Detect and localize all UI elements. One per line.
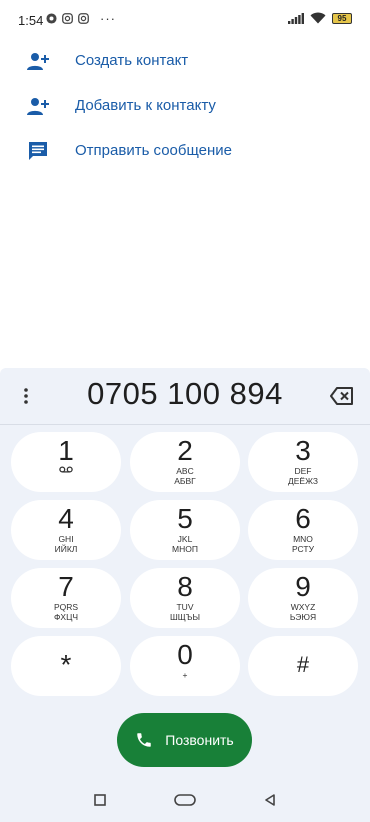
call-label: Позвонить <box>165 732 234 748</box>
key-5[interactable]: 5 JKL МНОП <box>130 500 240 560</box>
call-button[interactable]: Позвонить <box>117 713 252 767</box>
system-icons: 95 <box>288 12 352 24</box>
recents-nav-icon[interactable] <box>88 790 112 810</box>
key-7[interactable]: 7 PQRS ФХЦЧ <box>11 568 121 628</box>
key-digit: 5 <box>177 503 193 534</box>
key-digit: 8 <box>177 571 193 602</box>
wifi-icon <box>310 12 326 24</box>
notification-icons: ··· <box>46 11 116 26</box>
key-hash[interactable]: # <box>248 636 358 696</box>
key-letters: PQRS ФХЦЧ <box>53 602 79 622</box>
key-2[interactable]: 2 ABC АБВГ <box>130 432 240 492</box>
contact-actions: Создать контакт Добавить к контакту Отпр… <box>0 38 370 173</box>
key-digit: 0 <box>177 639 193 670</box>
key-6[interactable]: 6 MNO РСТУ <box>248 500 358 560</box>
key-letters-cyrillic: АБВГ <box>174 476 196 486</box>
add-to-contact-label: Добавить к контакту <box>75 97 216 114</box>
voicemail-icon <box>59 466 73 473</box>
create-contact-action[interactable]: Создать контакт <box>0 38 370 83</box>
key-letters: JKL МНОП <box>172 534 198 554</box>
key-letters: DEF ДЕЁЖЗ <box>288 466 318 486</box>
key-digit: 2 <box>177 435 193 466</box>
create-contact-label: Создать контакт <box>75 52 189 69</box>
status-bar: 1:54 ··· 95 <box>0 0 370 40</box>
add-person-icon <box>26 49 50 73</box>
key-9[interactable]: 9 WXYZ ЬЭЮЯ <box>248 568 358 628</box>
navigation-bar <box>0 778 370 822</box>
key-letters: WXYZ ЬЭЮЯ <box>289 602 317 622</box>
key-digit: * <box>60 649 72 680</box>
key-letters-latin: ABC <box>176 466 194 476</box>
instagram-icon <box>62 13 73 24</box>
backspace-icon[interactable] <box>328 384 356 408</box>
key-digit: 3 <box>295 435 311 466</box>
key-4[interactable]: 4 GHI ИЙКЛ <box>11 500 121 560</box>
key-digit: 1 <box>58 435 74 466</box>
instagram-icon <box>78 13 89 24</box>
number-row: 0705 100 894 <box>0 368 370 424</box>
key-8[interactable]: 8 TUV ШЩЪЫ <box>130 568 240 628</box>
key-digit: 9 <box>295 571 311 602</box>
key-0[interactable]: 0 + <box>130 636 240 696</box>
add-person-icon <box>26 94 50 118</box>
signal-icon <box>288 12 304 24</box>
status-time: 1:54 <box>18 13 44 28</box>
key-digit: # <box>296 652 310 677</box>
key-letters: ABC АБВГ <box>174 466 196 486</box>
message-icon <box>26 139 50 163</box>
dialed-number[interactable]: 0705 100 894 <box>0 376 370 412</box>
key-letters: + <box>182 670 188 680</box>
key-digit: 6 <box>295 503 311 534</box>
key-digit: 7 <box>58 571 74 602</box>
add-to-contact-action[interactable]: Добавить к контакту <box>0 83 370 128</box>
more-dots-icon: ··· <box>100 11 116 26</box>
divider <box>0 424 370 425</box>
phone-icon <box>137 733 152 747</box>
home-nav-icon[interactable] <box>172 790 198 810</box>
key-3[interactable]: 3 DEF ДЕЁЖЗ <box>248 432 358 492</box>
battery-icon: 95 <box>332 12 352 24</box>
chrome-icon <box>46 13 57 24</box>
key-letters: TUV ШЩЪЫ <box>169 602 200 622</box>
dialpad-panel: 0705 100 894 1 2 ABC АБВГ 3 DEF ДЕЁЖЗ 4 GH… <box>0 368 370 822</box>
key-letters: GHI ИЙКЛ <box>54 534 78 554</box>
key-digit: 4 <box>58 503 74 534</box>
key-letters: MNO РСТУ <box>291 534 315 554</box>
send-message-label: Отправить сообщение <box>75 142 233 159</box>
key-star[interactable]: * <box>11 636 121 696</box>
key-1[interactable]: 1 <box>11 432 121 492</box>
send-message-action[interactable]: Отправить сообщение <box>0 128 370 173</box>
back-nav-icon[interactable] <box>258 790 282 810</box>
